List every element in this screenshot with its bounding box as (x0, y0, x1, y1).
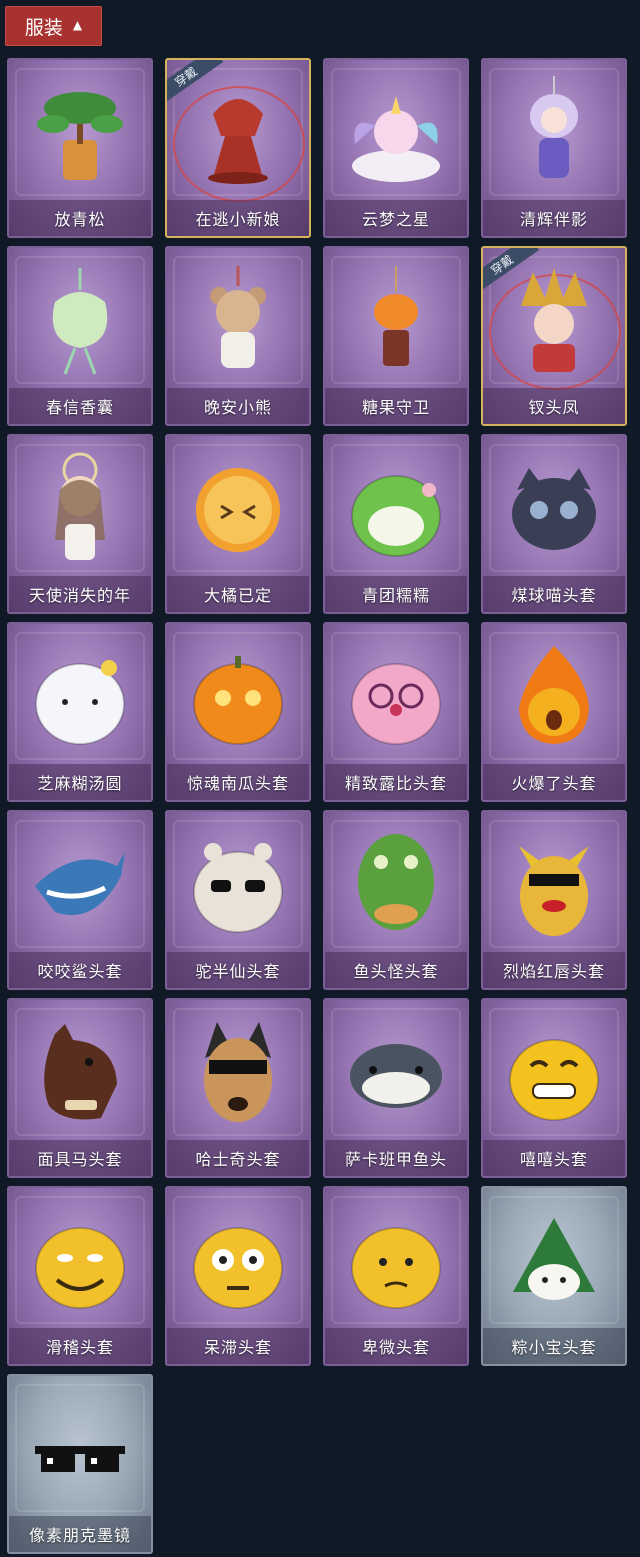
outfit-name: 卑微头套 (325, 1328, 467, 1364)
zongzi-head-icon (499, 1202, 609, 1320)
fish-mask-icon (341, 826, 451, 944)
outfit-card[interactable]: 青团糯糯 (323, 434, 469, 614)
outfit-name: 面具马头套 (9, 1140, 151, 1176)
rice-dumpling-icon (25, 638, 135, 756)
shark-head-icon (25, 826, 135, 944)
outfit-name: 芝麻糊汤圆 (9, 764, 151, 800)
outfit-name: 惊魂南瓜头套 (167, 764, 309, 800)
horse-mask-icon (25, 1014, 135, 1132)
outfit-name: 粽小宝头套 (483, 1328, 625, 1364)
outfit-card[interactable]: 芝麻糊汤圆 (7, 622, 153, 802)
outfit-name: 像素朋克墨镜 (9, 1516, 151, 1552)
outfit-card[interactable]: 精致露比头套 (323, 622, 469, 802)
outfit-name: 春信香囊 (9, 388, 151, 424)
orange-slice-icon (183, 450, 293, 568)
outfit-section-tab[interactable]: 服装 ▲ (5, 6, 102, 46)
outfit-card[interactable]: 卑微头套 (323, 1186, 469, 1366)
outfit-card[interactable]: 天使消失的年 (7, 434, 153, 614)
outfit-name: 清辉伴影 (483, 200, 625, 236)
section-label: 服装 (24, 16, 63, 39)
outfit-name: 精致露比头套 (325, 764, 467, 800)
outfit-card[interactable]: 驼半仙头套 (165, 810, 311, 990)
outfit-name: 萨卡班甲鱼头 (325, 1140, 467, 1176)
husky-head-icon (183, 1014, 293, 1132)
outfit-card[interactable]: 晚安小熊 (165, 246, 311, 426)
black-cat-head-icon (499, 450, 609, 568)
teddy-bear-icon (183, 262, 293, 380)
outfit-card[interactable]: 粽小宝头套 (481, 1186, 627, 1366)
outfit-card[interactable]: 鱼头怪头套 (323, 810, 469, 990)
outfit-name: 滑稽头套 (9, 1328, 151, 1364)
outfit-card[interactable]: 糖果守卫 (323, 246, 469, 426)
outfit-card[interactable]: 放青松 (7, 58, 153, 238)
outfit-card[interactable]: 嘻嘻头套 (481, 998, 627, 1178)
fire-head-icon (499, 638, 609, 756)
outfit-card[interactable]: 烈焰红唇头套 (481, 810, 627, 990)
bride-veil-icon (183, 74, 293, 192)
outfit-name: 青团糯糯 (325, 576, 467, 612)
outfit-name: 咬咬鲨头套 (9, 952, 151, 988)
outfit-card[interactable]: 面具马头套 (7, 998, 153, 1178)
outfit-card[interactable]: 火爆了头套 (481, 622, 627, 802)
outfit-card[interactable]: 惊魂南瓜头套 (165, 622, 311, 802)
outfit-name: 天使消失的年 (9, 576, 151, 612)
yellow-mask-sunglasses-icon (499, 826, 609, 944)
pumpkin-guard-icon (341, 262, 451, 380)
outfit-name: 在逃小新娘 (167, 200, 309, 236)
outfit-name: 嘻嘻头套 (483, 1140, 625, 1176)
outfit-card[interactable]: 哈士奇头套 (165, 998, 311, 1178)
outfit-name: 钗头凤 (483, 388, 625, 424)
outfit-card[interactable]: 钗头凤 穿戴 (481, 246, 627, 426)
sachet-icon (25, 262, 135, 380)
phoenix-crown-icon (499, 262, 609, 380)
outfit-name: 糖果守卫 (325, 388, 467, 424)
doll-charm-icon (499, 74, 609, 192)
outfit-card[interactable]: 像素朋克墨镜 (7, 1374, 153, 1554)
outfit-name: 烈焰红唇头套 (483, 952, 625, 988)
green-rice-ball-icon (341, 450, 451, 568)
outfit-card[interactable]: 呆滞头套 (165, 1186, 311, 1366)
humble-emoji-icon (341, 1202, 451, 1320)
bonsai-tree-icon (25, 74, 135, 192)
outfit-card[interactable]: 咬咬鲨头套 (7, 810, 153, 990)
outfit-name: 大橘已定 (167, 576, 309, 612)
outfit-card[interactable]: 萨卡班甲鱼头 (323, 998, 469, 1178)
outfit-card[interactable]: 滑稽头套 (7, 1186, 153, 1366)
outfit-name: 哈士奇头套 (167, 1140, 309, 1176)
outfit-card[interactable]: 清辉伴影 (481, 58, 627, 238)
outfit-card[interactable]: 在逃小新娘 穿戴 (165, 58, 311, 238)
angel-girl-icon (25, 450, 135, 568)
grin-emoji-icon (499, 1014, 609, 1132)
outfit-card[interactable]: 大橘已定 (165, 434, 311, 614)
outfit-name: 呆滞头套 (167, 1328, 309, 1364)
outfit-card[interactable]: 云梦之星 (323, 58, 469, 238)
dazed-emoji-icon (183, 1202, 293, 1320)
outfit-card[interactable]: 春信香囊 (7, 246, 153, 426)
pink-beaver-icon (341, 638, 451, 756)
outfit-name: 云梦之星 (325, 200, 467, 236)
unicorn-cloud-icon (341, 74, 451, 192)
alpaca-sunglasses-icon (183, 826, 293, 944)
outfit-name: 煤球喵头套 (483, 576, 625, 612)
pixel-sunglasses-icon (25, 1390, 135, 1508)
funny-emoji-icon (25, 1202, 135, 1320)
outfit-name: 驼半仙头套 (167, 952, 309, 988)
outfit-name: 晚安小熊 (167, 388, 309, 424)
chevron-up-icon: ▲ (72, 18, 83, 32)
outfit-card[interactable]: 煤球喵头套 (481, 434, 627, 614)
outfit-name: 火爆了头套 (483, 764, 625, 800)
jack-o-lantern-icon (183, 638, 293, 756)
outfit-name: 放青松 (9, 200, 151, 236)
outfit-name: 鱼头怪头套 (325, 952, 467, 988)
fish-head-icon (341, 1014, 451, 1132)
outfit-grid: 放青松 在逃小新娘 穿戴 云梦之星 清辉伴影春信香囊 晚安小熊 糖果守卫 钗头凤 穿戴天使消失的… (7, 58, 627, 1554)
